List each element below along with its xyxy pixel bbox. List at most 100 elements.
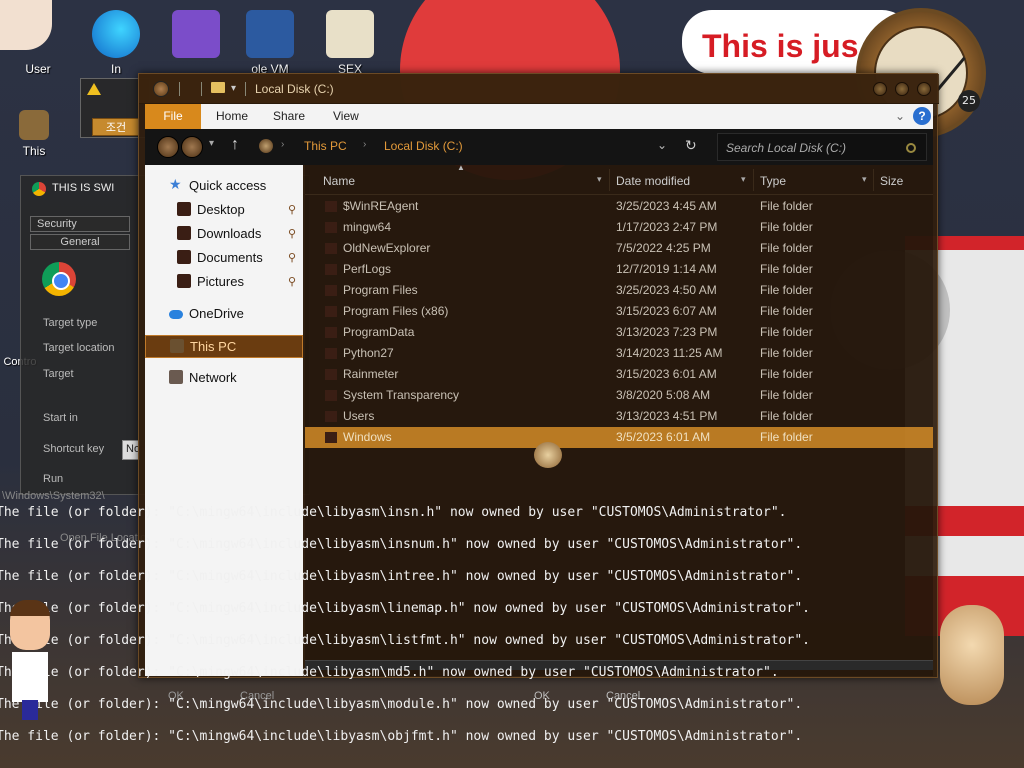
- table-row[interactable]: Users 3/13/2023 4:51 PM File folder: [305, 406, 933, 427]
- pin-icon: ⚲: [288, 228, 297, 240]
- back-button[interactable]: [157, 136, 179, 158]
- forward-button[interactable]: [181, 136, 203, 158]
- file-name: Python27: [343, 346, 394, 360]
- tab-view[interactable]: View: [333, 109, 359, 123]
- column-header-date[interactable]: Date modified: [616, 174, 690, 188]
- table-row[interactable]: System Transparency 3/8/2020 5:08 AM File …: [305, 385, 933, 406]
- window-title: Local Disk (C:): [255, 82, 334, 96]
- console-line: The file (or folder): "C:\mingw64\includ…: [0, 601, 810, 616]
- sidebar-item-this-pc[interactable]: This PC: [145, 335, 303, 358]
- hamster-cursor-icon: [534, 442, 562, 468]
- file-date: 7/5/2022 4:25 PM: [616, 241, 711, 255]
- documents-folder-icon: [177, 250, 191, 264]
- file-date: 3/15/2023 6:07 AM: [616, 304, 717, 318]
- sidebar-item-network[interactable]: Network: [145, 367, 303, 389]
- column-header-row: ▲ Name ▾ Date modified ▾ Type ▾ Size: [305, 163, 933, 195]
- file-date: 12/7/2019 1:14 AM: [616, 262, 717, 276]
- breadcrumb-this-pc[interactable]: This PC: [304, 139, 347, 153]
- user-desktop-icon[interactable]: User: [8, 10, 68, 76]
- tab-share[interactable]: Share: [273, 109, 305, 123]
- warning-confirm-button[interactable]: 조건: [92, 118, 140, 136]
- close-button[interactable]: [917, 82, 931, 96]
- file-date: 3/15/2023 6:01 AM: [616, 367, 717, 381]
- table-row[interactable]: Program Files 3/25/2023 4:50 AM File folde…: [305, 280, 933, 301]
- column-header-name[interactable]: Name: [323, 174, 355, 188]
- folder-icon: [325, 264, 337, 275]
- chevron-down-icon[interactable]: ▾: [231, 83, 236, 94]
- this-pc-desktop-icon[interactable]: This: [14, 110, 54, 158]
- table-row[interactable]: ProgramData 3/13/2023 7:23 PM File folder: [305, 322, 933, 343]
- star-icon: ★: [169, 176, 182, 192]
- file-date: 3/13/2023 4:51 PM: [616, 409, 718, 423]
- file-date: 3/14/2023 11:25 AM: [616, 346, 723, 360]
- file-type: File folder: [760, 367, 813, 381]
- column-header-size[interactable]: Size: [880, 174, 903, 188]
- folder-icon: [325, 369, 337, 380]
- start-in-label: Start in: [43, 412, 78, 424]
- shortcut-key-label: Shortcut key: [43, 443, 105, 455]
- quick-access-toolbar-icon[interactable]: [153, 81, 169, 97]
- up-arrow-icon[interactable]: ↑: [231, 136, 239, 154]
- pictures-folder-icon: [177, 274, 191, 288]
- sidebar-item-downloads[interactable]: Downloads ⚲: [145, 223, 303, 245]
- sidebar-item-desktop[interactable]: Desktop ⚲: [145, 199, 303, 221]
- folder-icon: [211, 82, 225, 93]
- search-input[interactable]: [726, 139, 901, 157]
- recent-locations-chevron-icon[interactable]: ▾: [209, 138, 214, 149]
- file-date: 1/17/2023 2:47 PM: [616, 220, 718, 234]
- sort-ascending-icon: ▲: [457, 163, 465, 172]
- console-line: The file (or folder): "C:\mingw64\includ…: [0, 697, 803, 712]
- tab-home[interactable]: Home: [216, 109, 248, 123]
- edge-desktop-icon[interactable]: In: [86, 10, 146, 76]
- table-row[interactable]: PerfLogs 12/7/2019 1:14 AM File folder: [305, 259, 933, 280]
- file-name: Users: [343, 409, 375, 423]
- search-icon[interactable]: [906, 143, 916, 153]
- file-date: 3/25/2023 4:50 AM: [616, 283, 717, 297]
- network-icon: [169, 370, 183, 384]
- chevron-down-icon[interactable]: ▾: [741, 174, 746, 185]
- chevron-down-icon[interactable]: ▾: [862, 174, 867, 185]
- table-row[interactable]: $WinREAgent 3/25/2023 4:45 AM File folder: [305, 196, 933, 217]
- folder-icon: [325, 306, 337, 317]
- table-row[interactable]: Program Files (x86) 3/15/2023 6:07 AM File…: [305, 301, 933, 322]
- tab-file[interactable]: File: [145, 104, 201, 129]
- file-type: File folder: [760, 346, 813, 360]
- tab-general[interactable]: General: [30, 234, 130, 250]
- table-row[interactable]: OldNewExplorer 7/5/2022 4:25 PM File folde…: [305, 238, 933, 259]
- warning-icon: [87, 83, 101, 95]
- navigation-bar: ▾ ↑ › This PC › Local Disk (C:) ⌄ ↻: [145, 129, 933, 165]
- ribbon-tabs: File Home Share View ⌄ ?: [145, 104, 933, 129]
- table-row[interactable]: Python27 3/14/2023 11:25 AM File folder: [305, 343, 933, 364]
- table-row[interactable]: Rainmeter 3/15/2023 6:01 AM File folder: [305, 364, 933, 385]
- virtualbox-desktop-icon[interactable]: ole VM: [240, 10, 300, 76]
- sidebar-item-onedrive[interactable]: OneDrive: [145, 303, 303, 325]
- minimize-button[interactable]: [873, 82, 887, 96]
- clock-date: 25: [958, 90, 980, 112]
- tab-security[interactable]: Security: [30, 216, 130, 232]
- search-box[interactable]: [717, 133, 927, 161]
- file-name: Program Files: [343, 283, 418, 297]
- pin-icon: ⚲: [288, 276, 297, 288]
- chevron-down-icon[interactable]: ▾: [597, 174, 602, 185]
- sidebar-item-quick-access[interactable]: ★ Quick access: [145, 175, 303, 197]
- folder-icon: [325, 348, 337, 359]
- ribbon-expand-chevron-icon[interactable]: ⌄: [895, 109, 905, 123]
- sidebar-item-pictures[interactable]: Pictures ⚲: [145, 271, 303, 293]
- address-dropdown-chevron-icon[interactable]: ⌄: [657, 138, 667, 152]
- hxd-desktop-icon[interactable]: SEX: [320, 10, 380, 76]
- chevron-right-icon[interactable]: ›: [363, 139, 366, 150]
- visual-studio-desktop-icon[interactable]: [166, 10, 226, 62]
- breadcrumb-local-disk[interactable]: Local Disk (C:): [384, 139, 463, 153]
- help-button[interactable]: ?: [913, 107, 931, 125]
- maximize-button[interactable]: [895, 82, 909, 96]
- file-type: File folder: [760, 283, 813, 297]
- table-row[interactable]: mingw64 1/17/2023 2:47 PM File folder: [305, 217, 933, 238]
- title-bar: ▾ Local Disk (C:): [139, 74, 939, 104]
- column-header-type[interactable]: Type: [760, 174, 786, 188]
- table-row[interactable]: Windows 3/5/2023 6:01 AM File folder: [305, 427, 933, 448]
- sidebar-item-documents[interactable]: Documents ⚲: [145, 247, 303, 269]
- run-label: Run: [43, 473, 64, 485]
- folder-icon: [325, 285, 337, 296]
- refresh-icon[interactable]: ↻: [685, 137, 697, 154]
- console-line: The file (or folder): "C:\mingw64\includ…: [0, 729, 803, 744]
